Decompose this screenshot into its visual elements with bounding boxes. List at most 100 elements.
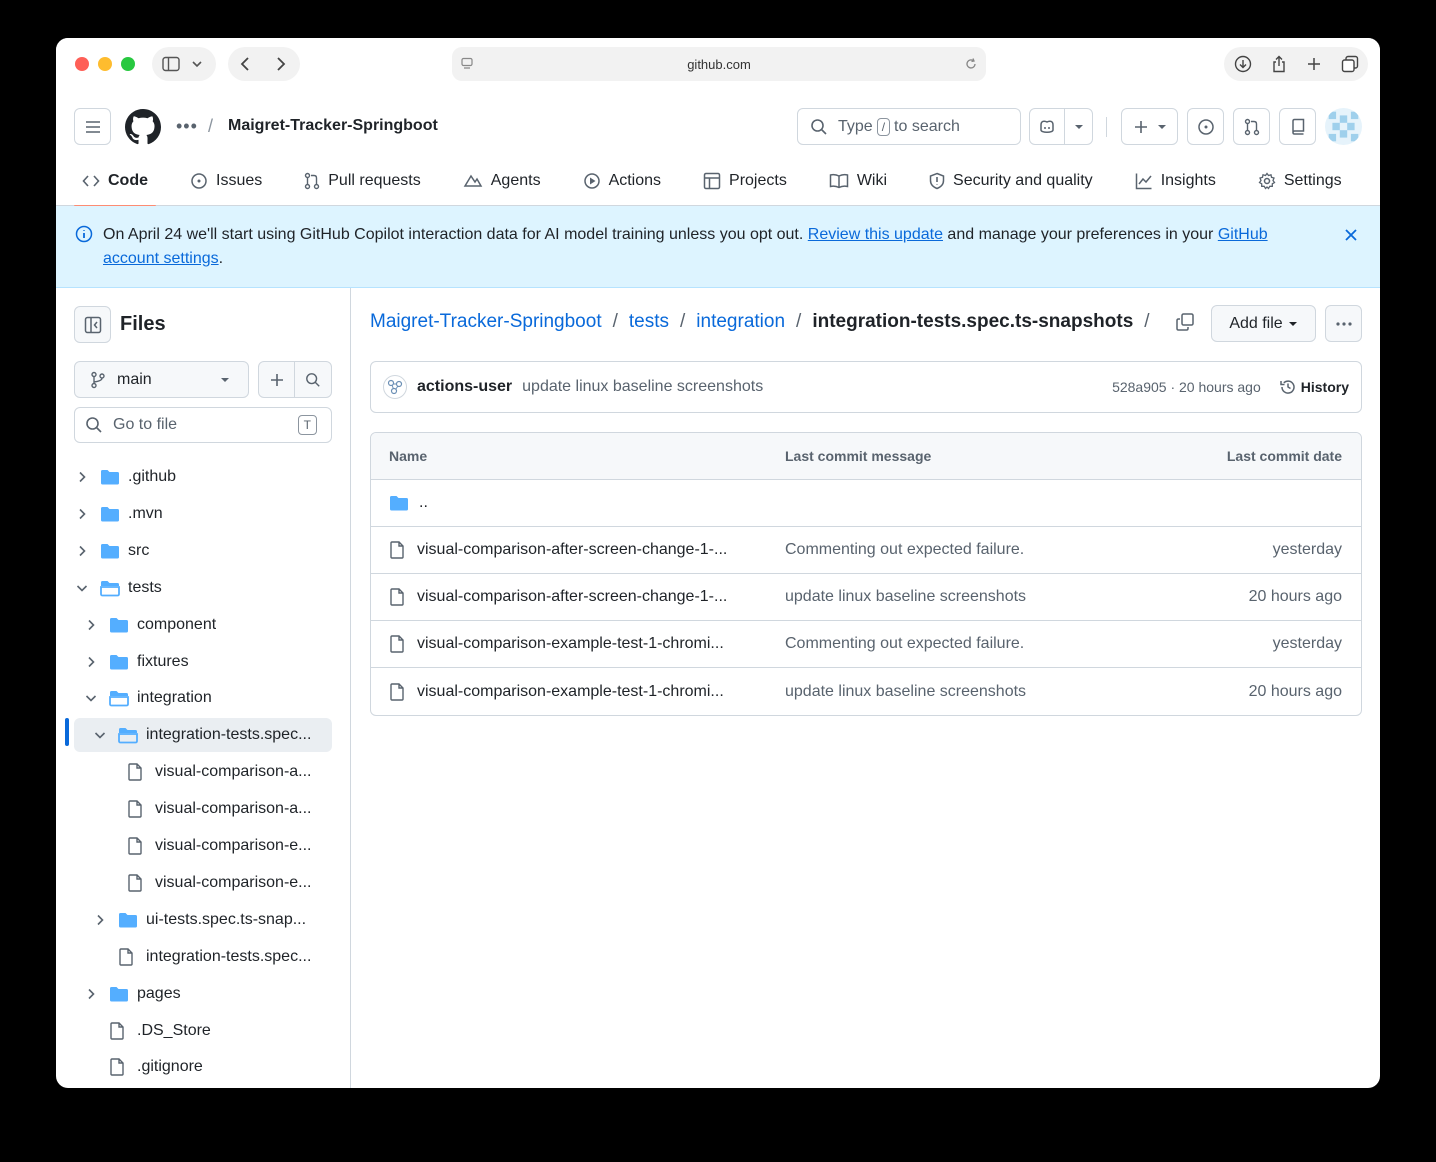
- avatar[interactable]: [1325, 108, 1362, 145]
- commit-message-link[interactable]: Commenting out expected failure.: [785, 541, 1185, 559]
- tab-insights[interactable]: Insights: [1127, 156, 1224, 206]
- address-bar[interactable]: github.com: [452, 47, 986, 81]
- tree-folder-item[interactable]: src: [74, 534, 332, 568]
- breadcrumb-tests-link[interactable]: tests: [629, 311, 669, 333]
- folder-icon: [109, 985, 129, 1003]
- commit-message-link[interactable]: Commenting out expected failure.: [785, 635, 1185, 653]
- go-to-file-placeholder: Go to file: [113, 416, 178, 433]
- chevron-down-icon[interactable]: [83, 694, 99, 703]
- tree-folder-item[interactable]: fixtures: [74, 645, 332, 679]
- page-settings-icon[interactable]: [460, 57, 474, 74]
- tree-folder-item[interactable]: component: [74, 608, 332, 642]
- tree-folder-item[interactable]: ui-tests.spec.ts-snap...: [74, 903, 332, 937]
- tree-file-item[interactable]: visual-comparison-e...: [74, 866, 332, 900]
- tree-folder-item[interactable]: .mvn: [74, 497, 332, 531]
- history-link[interactable]: History: [1279, 378, 1349, 396]
- chevron-right-icon[interactable]: [83, 656, 99, 668]
- url-text: github.com: [687, 56, 751, 72]
- header-message: Last commit message: [785, 448, 932, 464]
- tree-file-item[interactable]: .gitignore: [74, 1050, 332, 1084]
- share-icon[interactable]: [1271, 55, 1287, 73]
- breadcrumb-separator: /: [208, 116, 214, 136]
- chevron-down-icon: [1157, 124, 1166, 129]
- folder-icon: [100, 505, 120, 523]
- file-name-link[interactable]: visual-comparison-example-test-1-chromi.…: [417, 683, 724, 701]
- add-file-button[interactable]: Add file: [1211, 305, 1316, 342]
- collapse-sidebar-button[interactable]: [74, 306, 111, 343]
- tab-pull-requests[interactable]: Pull requests: [296, 156, 429, 206]
- tab-label: Settings: [1283, 172, 1342, 189]
- tree-file-item[interactable]: .DS_Store: [74, 1014, 332, 1048]
- commit-message[interactable]: update linux baseline screenshots: [522, 378, 763, 396]
- chevron-down-icon[interactable]: [92, 731, 108, 739]
- tree-folder-item[interactable]: integration: [74, 681, 332, 715]
- back-button[interactable]: [240, 56, 250, 72]
- actions-user-avatar[interactable]: [383, 375, 407, 399]
- chevron-right-icon[interactable]: [74, 471, 90, 483]
- github-logo-icon[interactable]: [125, 109, 161, 148]
- breadcrumb-integration-link[interactable]: integration: [696, 311, 785, 333]
- tree-folder-item[interactable]: tests: [74, 571, 332, 605]
- branch-selector[interactable]: main: [74, 361, 249, 398]
- forward-button[interactable]: [276, 56, 286, 72]
- close-window-button[interactable]: [75, 57, 89, 71]
- tree-item-label: visual-comparison-a...: [155, 763, 312, 781]
- chevron-right-icon[interactable]: [74, 545, 90, 557]
- tree-file-item[interactable]: visual-comparison-a...: [74, 755, 332, 789]
- tree-file-item[interactable]: integration-tests.spec...: [74, 940, 332, 974]
- tab-agents[interactable]: Agents: [455, 156, 549, 206]
- chevron-right-icon[interactable]: [83, 619, 99, 631]
- sidebar-toggle-group[interactable]: [152, 47, 216, 81]
- chevron-right-icon[interactable]: [83, 988, 99, 1000]
- parent-directory-link[interactable]: ..: [419, 494, 428, 512]
- tree-folder-item[interactable]: .github: [74, 460, 332, 494]
- copy-path-icon[interactable]: [1175, 312, 1195, 332]
- tree-folder-item[interactable]: integration-tests.spec...: [74, 718, 332, 753]
- minimize-window-button[interactable]: [98, 57, 112, 71]
- tree-file-item[interactable]: visual-comparison-a...: [74, 792, 332, 826]
- repositories-button[interactable]: [1279, 108, 1316, 145]
- tab-settings[interactable]: Settings: [1250, 156, 1350, 206]
- tab-issues[interactable]: Issues: [182, 156, 270, 206]
- repo-name-link[interactable]: Maigret-Tracker-Springboot: [228, 117, 438, 135]
- download-icon[interactable]: [1234, 55, 1252, 73]
- zoom-window-button[interactable]: [121, 57, 135, 71]
- chevron-down-icon[interactable]: [74, 584, 90, 592]
- close-icon[interactable]: [1344, 226, 1358, 250]
- breadcrumb-repo-link[interactable]: Maigret-Tracker-Springboot: [370, 311, 602, 333]
- file-name-link[interactable]: visual-comparison-after-screen-change-1-…: [417, 588, 727, 606]
- commit-hash-time[interactable]: 528a905 · 20 hours ago: [1112, 379, 1261, 395]
- parent-directory-row[interactable]: ..: [371, 480, 1361, 527]
- chevron-right-icon[interactable]: [92, 914, 108, 926]
- review-update-link[interactable]: Review this update: [808, 226, 943, 243]
- chevron-right-icon[interactable]: [74, 508, 90, 520]
- tree-file-item[interactable]: visual-comparison-e...: [74, 829, 332, 863]
- info-icon: [75, 225, 93, 251]
- tab-code[interactable]: Code: [74, 156, 156, 207]
- issues-button[interactable]: [1187, 108, 1224, 145]
- menu-button[interactable]: [74, 108, 111, 145]
- search-icon[interactable]: [295, 372, 331, 388]
- create-new-button[interactable]: [1121, 108, 1178, 145]
- tab-actions[interactable]: Actions: [575, 156, 669, 206]
- file-name-link[interactable]: visual-comparison-after-screen-change-1-…: [417, 541, 727, 559]
- commit-message-link[interactable]: update linux baseline screenshots: [785, 588, 1185, 606]
- search-input[interactable]: Type / to search: [797, 108, 1021, 145]
- more-breadcrumb-icon[interactable]: •••: [176, 116, 198, 137]
- add-file-icon[interactable]: [259, 362, 295, 397]
- tab-overview-icon[interactable]: [1341, 55, 1359, 73]
- tab-projects[interactable]: Projects: [695, 156, 795, 206]
- tab-wiki[interactable]: Wiki: [821, 156, 895, 206]
- file-name-link[interactable]: visual-comparison-example-test-1-chromi.…: [417, 635, 724, 653]
- pull-requests-button[interactable]: [1233, 108, 1270, 145]
- copilot-button[interactable]: [1029, 108, 1093, 145]
- tab-label: Insights: [1160, 172, 1216, 189]
- tree-folder-item[interactable]: pages: [74, 977, 332, 1011]
- commit-author[interactable]: actions-user: [417, 378, 512, 396]
- reload-icon[interactable]: [964, 57, 978, 74]
- go-to-file-input[interactable]: Go to file T: [74, 407, 332, 443]
- more-options-button[interactable]: [1325, 305, 1362, 342]
- commit-message-link[interactable]: update linux baseline screenshots: [785, 683, 1185, 701]
- new-tab-icon[interactable]: [1306, 56, 1322, 72]
- tab-security[interactable]: Security and quality: [921, 156, 1101, 206]
